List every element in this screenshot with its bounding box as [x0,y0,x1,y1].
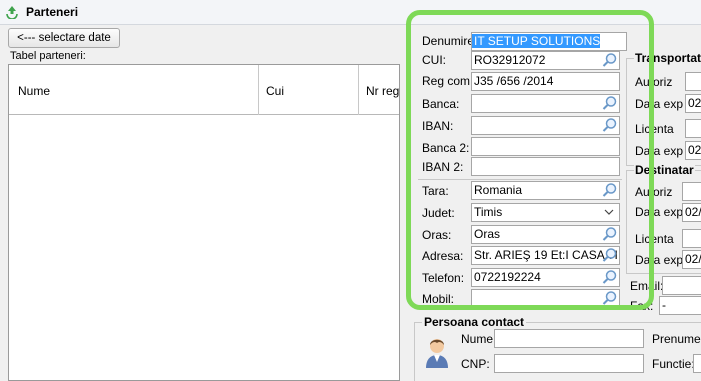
transportator-autoriz-field[interactable] [685,72,701,91]
iban-label: IBAN: [422,119,454,133]
email-label: Email: [630,279,664,293]
transportator-autoriz-label: Autoriz [635,75,673,89]
banca2-label: Banca 2: [422,141,470,155]
oras-label: Oras: [422,228,452,242]
search-icon[interactable] [602,182,618,198]
section-divider [418,179,622,180]
column-divider[interactable] [358,65,359,115]
destinatar-autoriz-label: Autoriz [635,185,673,199]
search-icon[interactable] [602,290,618,306]
email-field[interactable] [662,276,701,295]
table-header: Nume Cui Nr reg [9,65,399,115]
column-header-nr-reg[interactable]: Nr reg [366,84,399,98]
search-icon[interactable] [602,117,618,133]
denumire-label: Denumire: [422,34,478,48]
search-icon[interactable] [602,52,618,68]
reg-com-field[interactable]: J35 /656 /2014 [471,72,620,91]
tara-label: Tara: [422,184,449,198]
mobil-field[interactable] [471,289,620,308]
contact-nume-label: Nume: [461,332,497,346]
cui-label: CUI: [422,53,446,67]
persoana-contact-title: Persoana contact [422,315,527,329]
reg-com-label: Reg com: [422,74,474,88]
window-titlebar: Parteneri [0,0,701,25]
fax-label: Fax: [630,299,654,313]
adresa-field[interactable]: Str. ARIEŞ 19 Et:I CASA TI [471,246,620,265]
destinatar-licenta-label: Licenta [635,232,674,246]
contact-functie-label: Functie: [652,357,695,371]
search-icon[interactable] [602,95,618,111]
contact-cnp-label: CNP: [461,357,490,371]
contact-functie-field[interactable] [693,354,701,373]
destinatar-title: Destinatar [634,163,695,177]
transportator-data-exp-label: Data exp [635,97,684,111]
transportator-data-exp2-field[interactable]: 02 [685,141,701,160]
banca-label: Banca: [422,97,460,111]
destinatar-data-exp2-field[interactable]: 02/ [682,250,701,269]
telefon-label: Telefon: [422,271,465,285]
table-caption: Tabel parteneri: [10,50,86,62]
judet-select[interactable]: Timis [471,203,620,222]
adresa-label: Adresa: [422,249,464,263]
person-icon [426,339,448,368]
transportator-licenta-label: Licenta [635,122,674,136]
iban2-field[interactable] [471,157,620,176]
destinatar-licenta-field[interactable] [682,229,701,248]
destinatar-autoriz-field[interactable] [682,182,701,201]
column-header-nume[interactable]: Nume [18,84,50,98]
transportator-data-exp-field[interactable]: 02 [685,94,701,113]
transportator-licenta-field[interactable] [685,119,701,138]
contact-cnp-field[interactable] [494,354,644,373]
transportator-data-exp2-label: Data exp [635,144,684,158]
iban-field[interactable] [471,116,620,135]
contact-prenume-label: Prenume: [652,332,701,346]
fax-field[interactable]: - [659,296,701,315]
destinatar-data-exp-label: Data exp. [635,205,687,219]
column-divider[interactable] [258,65,259,115]
iban2-label: IBAN 2: [422,160,464,174]
search-icon[interactable] [602,247,618,263]
column-header-cui[interactable]: Cui [266,84,284,98]
cui-field[interactable]: RO32912072 [471,51,620,70]
judet-value: Timis [474,205,503,219]
recycle-icon [6,6,18,19]
denumire-field[interactable]: IT SETUP SOLUTIONS SRL [471,32,627,65]
oras-field[interactable]: Oras [471,225,620,244]
destinatar-data-exp-field[interactable]: 02/ [682,203,701,222]
judet-label: Judet: [422,206,455,220]
destinatar-data-exp2-label: Data exp [635,253,684,267]
search-icon[interactable] [602,226,618,242]
banca2-field[interactable] [471,137,620,156]
tara-field[interactable]: Romania [471,181,620,200]
partners-table[interactable]: Nume Cui Nr reg [8,64,400,381]
chevron-down-icon[interactable] [604,208,614,216]
select-date-button[interactable]: <--- selectare date [8,28,120,48]
telefon-field[interactable]: 0722192224 [471,268,620,287]
contact-nume-field[interactable] [494,329,644,348]
transportator-title: Transportat [634,51,701,65]
banca-field[interactable] [471,94,620,113]
window-title: Parteneri [26,5,79,19]
search-icon[interactable] [602,269,618,285]
mobil-label: Mobil: [422,292,455,306]
